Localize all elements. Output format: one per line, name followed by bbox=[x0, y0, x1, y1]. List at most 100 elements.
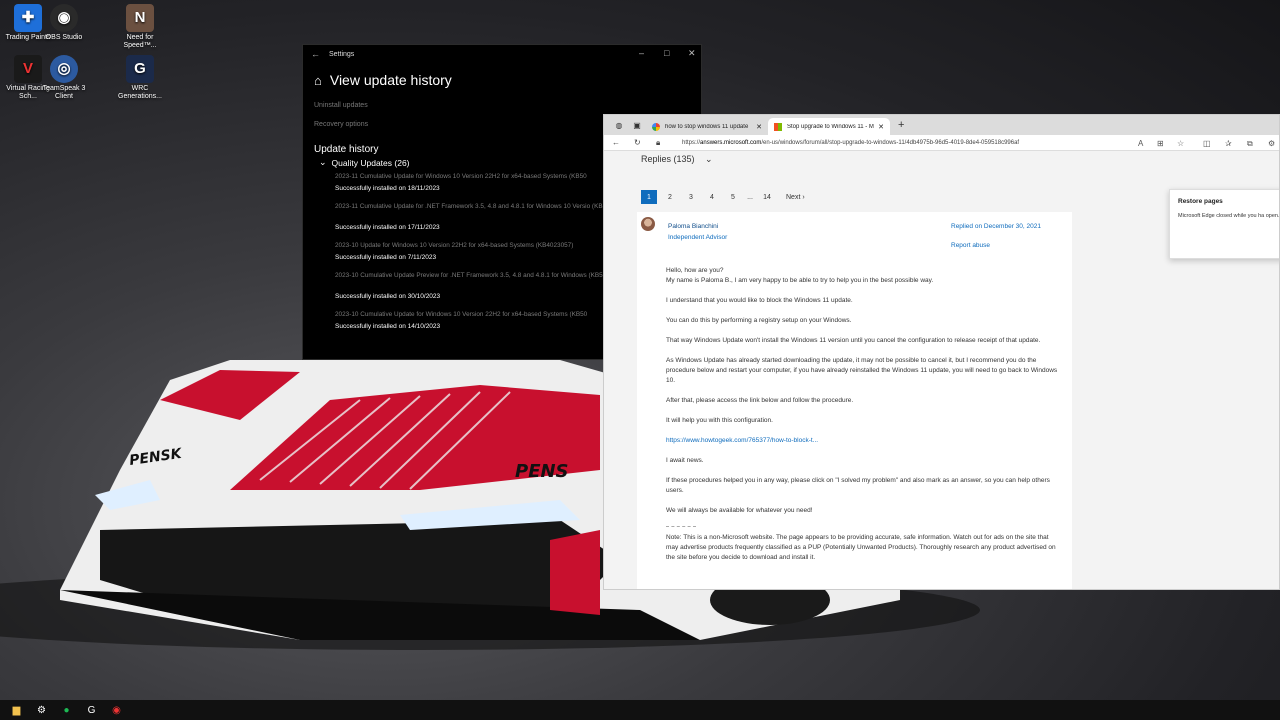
update-status: Successfully installed on 7/11/2023 bbox=[335, 254, 437, 261]
update-item[interactable]: 2023-11 Cumulative Update for Windows 10… bbox=[335, 172, 635, 193]
tab-microsoft-answers[interactable]: Stop upgrade to Windows 11 - M ✕ bbox=[768, 118, 890, 135]
page-link[interactable]: 4 bbox=[704, 190, 720, 204]
back-arrow-icon[interactable]: ← bbox=[311, 49, 329, 59]
restore-text: Microsoft Edge closed while you ha open. bbox=[1178, 213, 1280, 219]
close-icon[interactable]: ✕ bbox=[688, 48, 696, 59]
extensions-icon[interactable]: ⚙ bbox=[1268, 139, 1275, 148]
chevron-down-icon: ⌄ bbox=[705, 154, 713, 164]
maximize-icon[interactable]: □ bbox=[664, 48, 669, 58]
desktop-icon-label: TeamSpeak 3 Client bbox=[42, 85, 86, 100]
taskbar: ▆ ⚙ ● G ◉ bbox=[0, 700, 1280, 720]
pagination: 1 2 3 4 5 ... 14 Next › bbox=[641, 190, 805, 204]
back-arrow-icon[interactable]: ← bbox=[612, 138, 634, 147]
uninstall-updates-link[interactable]: Uninstall updates bbox=[314, 102, 701, 109]
restore-title: Restore pages bbox=[1178, 198, 1223, 205]
author-role: Independent Advisor bbox=[668, 234, 728, 241]
post-paragraph: If these procedures helped you in any wa… bbox=[666, 477, 1050, 494]
post-body: Hello, how are you? My name is Paloma B.… bbox=[666, 266, 1058, 573]
update-item[interactable]: 2023-10 Update for Windows 10 Version 22… bbox=[335, 241, 635, 262]
lock-icon: 🔒︎ bbox=[656, 137, 661, 147]
wrc-icon: G bbox=[126, 55, 154, 83]
desktop-icon-label: OBS Studio bbox=[45, 34, 83, 41]
desktop-icon-teamspeak[interactable]: ◎ TeamSpeak 3 Client bbox=[38, 55, 90, 101]
desktop-icon-obs[interactable]: ◉ OBS Studio bbox=[38, 4, 90, 42]
next-page-link[interactable]: Next › bbox=[786, 194, 805, 201]
update-status: Successfully installed on 14/10/2023 bbox=[335, 323, 441, 330]
reply-post: Paloma Bianchini Independent Advisor Rep… bbox=[637, 212, 1072, 589]
favorite-star-icon[interactable]: ☆ bbox=[1177, 139, 1184, 148]
page-link[interactable]: 5 bbox=[725, 190, 741, 204]
report-abuse-link[interactable]: Report abuse bbox=[951, 242, 990, 249]
collections-icon[interactable]: ⧉ bbox=[1247, 139, 1253, 149]
spotify-icon[interactable]: ● bbox=[54, 700, 79, 720]
next-label: Next bbox=[786, 193, 801, 201]
desktop-icon-nfs[interactable]: N Need for Speed™... bbox=[114, 4, 166, 50]
restore-pages-popup[interactable]: Restore pages Microsoft Edge closed whil… bbox=[1169, 189, 1280, 259]
update-status: Successfully installed on 30/10/2023 bbox=[335, 293, 441, 300]
minimize-icon[interactable]: – bbox=[639, 48, 644, 58]
refresh-icon[interactable]: ↻ bbox=[634, 138, 656, 147]
new-tab-icon[interactable]: + bbox=[898, 119, 904, 131]
tab-title: how to stop windows 11 update bbox=[665, 123, 749, 130]
desktop-icon-label: Need for Speed™... bbox=[123, 34, 157, 49]
page-link[interactable]: 14 bbox=[759, 190, 775, 204]
update-name: 2023-10 Update for Windows 10 Version 22… bbox=[335, 242, 574, 249]
g-hub-icon[interactable]: G bbox=[79, 700, 104, 720]
update-item[interactable]: 2023-11 Cumulative Update for .NET Frame… bbox=[335, 202, 635, 232]
page-header: ⌂ View update history bbox=[314, 72, 701, 88]
read-aloud-icon[interactable]: A bbox=[1138, 139, 1143, 148]
page-ellipsis: ... bbox=[747, 193, 753, 201]
obs-icon: ◉ bbox=[50, 4, 78, 32]
post-paragraph: Hello, how are you? My name is Paloma B.… bbox=[666, 267, 934, 284]
disclaimer-note: Note: This is a non-Microsoft website. T… bbox=[666, 534, 1056, 561]
page-link[interactable]: 1 bbox=[641, 190, 657, 204]
update-name: 2023-11 Cumulative Update for .NET Frame… bbox=[335, 203, 630, 210]
post-paragraph: I await news. bbox=[666, 457, 704, 464]
reply-date[interactable]: Replied on December 30, 2021 bbox=[951, 223, 1041, 230]
nfs-icon: N bbox=[126, 4, 154, 32]
page-content: Replies (135) ⌄ 1 2 3 4 5 ... 14 Next › … bbox=[604, 152, 1280, 589]
tab-actions-icon[interactable]: ▣ bbox=[628, 121, 646, 130]
favorites-icon[interactable]: ✰ bbox=[1225, 139, 1232, 148]
google-favicon-icon bbox=[652, 122, 660, 131]
post-paragraph: You can do this by performing a registry… bbox=[666, 317, 852, 324]
update-status: Successfully installed on 18/11/2023 bbox=[335, 185, 440, 192]
profile-icon[interactable]: ◍ bbox=[610, 121, 628, 130]
settings-icon[interactable]: ⚙ bbox=[29, 700, 54, 720]
update-name: 2023-10 Cumulative Update Preview for .N… bbox=[335, 272, 627, 279]
author-name[interactable]: Paloma Bianchini bbox=[668, 223, 718, 230]
post-paragraph: It will help you with this configuration… bbox=[666, 417, 773, 424]
svg-text:PENS: PENS bbox=[515, 461, 569, 482]
close-tab-icon[interactable]: ✕ bbox=[878, 123, 884, 131]
quality-updates-label: Quality Updates (26) bbox=[331, 157, 410, 168]
settings-window-title: Settings bbox=[329, 50, 355, 58]
close-tab-icon[interactable]: ✕ bbox=[756, 123, 762, 131]
page-title: View update history bbox=[329, 72, 452, 88]
divider bbox=[666, 526, 696, 527]
edge-browser-window: ◍ ▣ how to stop windows 11 update ✕ Stop… bbox=[603, 114, 1280, 590]
post-paragraph: I understand that you would like to bloc… bbox=[666, 297, 853, 304]
page-link[interactable]: 2 bbox=[662, 190, 678, 204]
url-scheme: https:// bbox=[682, 139, 701, 146]
page-link[interactable]: 3 bbox=[683, 190, 699, 204]
racing-app-icon[interactable]: ◉ bbox=[104, 700, 129, 720]
replies-label: Replies (135) bbox=[641, 154, 695, 164]
update-name: 2023-10 Cumulative Update for Windows 10… bbox=[335, 311, 588, 318]
post-paragraph: We will always be available for whatever… bbox=[666, 507, 813, 514]
file-explorer-icon[interactable]: ▆ bbox=[4, 700, 29, 720]
tab-google-search[interactable]: how to stop windows 11 update ✕ bbox=[646, 118, 768, 135]
update-item[interactable]: 2023-10 Cumulative Update Preview for .N… bbox=[335, 271, 635, 301]
settings-titlebar: ← Settings – □ ✕ bbox=[303, 45, 701, 63]
split-screen-icon[interactable]: ◫ bbox=[1203, 139, 1211, 148]
url-path: /en-us/windows/forum/all/stop-upgrade-to… bbox=[761, 139, 1020, 146]
desktop-icon-wrc[interactable]: G WRC Generations... bbox=[114, 55, 166, 101]
chevron-down-icon: ⌄ bbox=[319, 157, 327, 167]
desktop-icon-label: WRC Generations... bbox=[118, 85, 162, 100]
app-available-icon[interactable]: ⊞ bbox=[1157, 139, 1164, 148]
url-input[interactable]: https://answers.microsoft.com/en-us/wind… bbox=[682, 140, 1019, 146]
howtogeek-link[interactable]: https://www.howtogeek.com/765377/how-to-… bbox=[666, 436, 1058, 446]
replies-dropdown[interactable]: Replies (135) ⌄ bbox=[641, 154, 713, 165]
update-item[interactable]: 2023-10 Cumulative Update for Windows 10… bbox=[335, 310, 635, 331]
avatar[interactable] bbox=[641, 217, 655, 231]
home-icon[interactable]: ⌂ bbox=[314, 73, 322, 88]
